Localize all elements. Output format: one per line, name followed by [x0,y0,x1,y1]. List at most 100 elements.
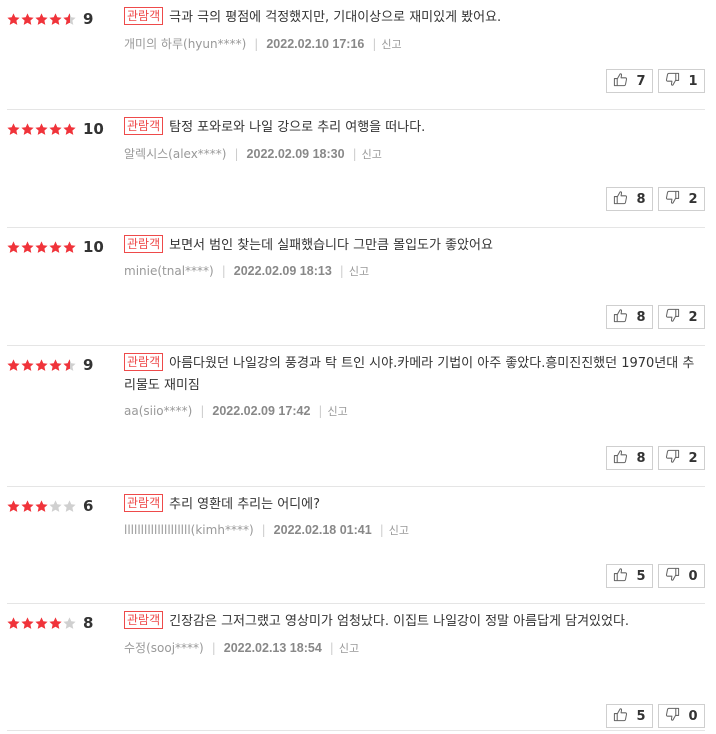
like-count: 5 [636,708,646,724]
vote-actions: 5 0 [606,564,705,588]
star-empty-icon [63,616,76,630]
review-author[interactable]: minie(tnal****) [124,264,214,278]
review-meta: 개미의 하루(hyun****) | 2022.02.10 17:16 | 신고 [124,35,705,52]
star-full-icon [49,616,62,630]
star-full-icon [21,358,34,372]
dislike-button[interactable]: 1 [658,69,705,93]
star-full-icon [7,499,20,513]
review-meta: minie(tnal****) | 2022.02.09 18:13 | 신고 [124,263,705,279]
rating-score: 8 [83,614,94,632]
star-full-icon [49,122,62,136]
star-full-icon [35,358,48,372]
dislike-button[interactable]: 2 [658,446,705,470]
dislike-button[interactable]: 2 [658,187,705,211]
thumbs-up-icon [613,308,628,327]
star-full-icon [21,122,34,136]
meta-separator: | [318,404,323,418]
star-empty-icon [49,499,62,513]
review-content: 관람객 보면서 범인 찾는데 실패했습니다 그만큼 몰입도가 좋았어요 minie… [124,235,705,279]
thumbs-down-icon [665,707,680,726]
star-empty-icon [63,499,76,513]
audience-badge: 관람객 [124,611,164,629]
rating-score: 6 [83,497,94,515]
report-link[interactable]: 신고 [362,146,382,162]
star-full-icon [21,616,34,630]
meta-separator: | [339,264,344,278]
review-text-row: 관람객 긴장감은 그저그랬고 영상미가 엄청났다. 이집트 나일강이 정말 아름답… [124,611,705,633]
star-full-icon [21,12,34,26]
vote-actions: 8 2 [606,305,705,329]
star-full-icon [7,240,20,254]
rating-score: 10 [83,238,104,256]
star-full-icon [7,358,20,372]
report-link[interactable]: 신고 [381,36,401,52]
like-button[interactable]: 8 [606,187,653,211]
star-full-icon [21,240,34,254]
meta-separator: | [329,640,334,655]
report-link[interactable]: 신고 [327,403,347,419]
vote-actions: 8 2 [606,446,705,470]
rating: 6 [7,497,93,515]
meta-separator: | [221,264,226,278]
dislike-button[interactable]: 2 [658,305,705,329]
meta-separator: | [211,640,216,655]
thumbs-down-icon [665,449,680,468]
like-button[interactable]: 5 [606,704,653,728]
dislike-count: 0 [688,568,698,584]
review-text-row: 관람객 극과 극의 평점에 걱정했지만, 기대이상으로 재미있게 봤어요. [124,7,705,29]
review-author[interactable]: 개미의 하루(hyun****) [124,35,246,52]
review-content: 관람객 탐정 포와로와 나일 강으로 추리 여행을 떠나다. 알렉시스(alex*… [124,117,705,162]
audience-badge: 관람객 [124,353,164,371]
report-link[interactable]: 신고 [389,522,409,538]
review-item: 9 관람객 극과 극의 평점에 걱정했지만, 기대이상으로 재미있게 봤어요. 개… [7,0,705,110]
meta-separator: | [261,523,266,537]
like-button[interactable]: 7 [606,69,653,93]
review-item: 9 관람객 아름다웠던 나일강의 풍경과 탁 트인 시야.카메라 기법이 아주 좋… [7,346,705,487]
thumbs-up-icon [613,567,628,586]
like-count: 5 [636,568,646,584]
review-author[interactable]: 수정(sooj****) [124,639,204,656]
review-text: 보면서 범인 찾는데 실패했습니다 그만큼 몰입도가 좋았어요 [169,238,493,253]
star-full-icon [49,240,62,254]
audience-badge: 관람객 [124,117,164,135]
vote-actions: 5 0 [606,704,705,728]
star-full-icon [35,122,48,136]
review-date: 2022.02.09 18:30 [246,146,345,161]
review-author[interactable]: llllllllllllllllllll(kimh****) [124,523,254,537]
rating: 9 [7,356,93,374]
review-meta: 수정(sooj****) | 2022.02.13 18:54 | 신고 [124,639,705,656]
review-item: 8 관람객 긴장감은 그저그랬고 영상미가 엄청났다. 이집트 나일강이 정말 아… [7,604,705,731]
dislike-count: 0 [688,708,698,724]
star-rating [7,358,76,372]
like-button[interactable]: 8 [606,446,653,470]
review-author[interactable]: aa(siio****) [124,404,192,418]
like-count: 8 [636,309,646,325]
dislike-count: 2 [688,309,698,325]
meta-separator: | [254,36,259,51]
star-full-icon [35,12,48,26]
review-date: 2022.02.13 18:54 [223,640,322,655]
report-link[interactable]: 신고 [349,263,369,279]
star-half-icon [63,12,76,26]
like-button[interactable]: 8 [606,305,653,329]
star-full-icon [63,122,76,136]
star-full-icon [49,358,62,372]
thumbs-up-icon [613,449,628,468]
review-date: 2022.02.09 18:13 [233,264,332,278]
review-content: 관람객 추리 영환데 추리는 어디에? llllllllllllllllllll(… [124,494,705,538]
dislike-button[interactable]: 0 [658,704,705,728]
dislike-button[interactable]: 0 [658,564,705,588]
meta-separator: | [352,146,357,161]
rating-score: 10 [83,120,104,138]
star-rating [7,12,76,26]
star-full-icon [7,616,20,630]
review-text: 아름다웠던 나일강의 풍경과 탁 트인 시야.카메라 기법이 아주 좋았다.흥미… [124,356,695,393]
star-full-icon [35,240,48,254]
report-link[interactable]: 신고 [339,640,359,656]
like-button[interactable]: 5 [606,564,653,588]
review-author[interactable]: 알렉시스(alex****) [124,145,227,162]
star-half-icon [63,358,76,372]
rating: 8 [7,614,93,632]
review-content: 관람객 극과 극의 평점에 걱정했지만, 기대이상으로 재미있게 봤어요. 개미의… [124,7,705,52]
review-text: 긴장감은 그저그랬고 영상미가 엄청났다. 이집트 나일강이 정말 아름답게 담… [169,614,630,629]
